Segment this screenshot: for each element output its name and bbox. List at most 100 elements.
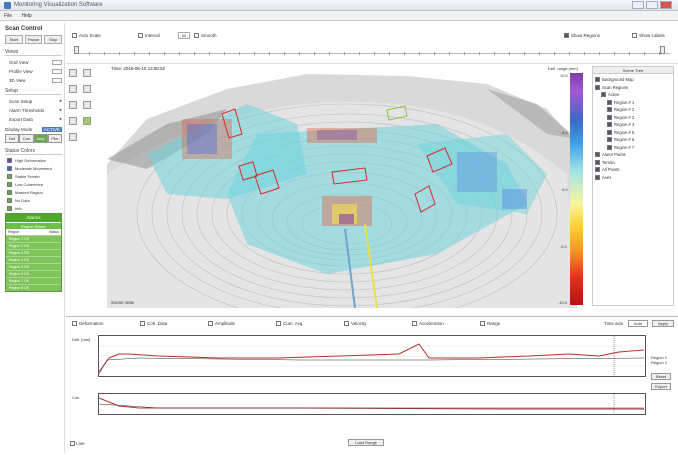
minimize-button[interactable]: [632, 1, 644, 9]
coherence-plot[interactable]: [98, 393, 646, 415]
checkbox-icon[interactable]: [607, 99, 612, 105]
series-checkbox[interactable]: Amplitude: [208, 321, 235, 326]
live-checkbox[interactable]: Live: [70, 441, 85, 447]
pan-icon[interactable]: [83, 69, 91, 77]
checkbox-icon[interactable]: [601, 92, 606, 98]
measure-icon[interactable]: [69, 101, 77, 109]
table-row[interactable]: Region 3 OK: [6, 249, 61, 256]
maximize-button[interactable]: [646, 1, 658, 9]
time-axis-select[interactable]: Auto: [628, 320, 648, 327]
slider-tick: [479, 52, 480, 55]
series-checkbox[interactable]: Deformation: [72, 321, 104, 326]
interval-input[interactable]: 60: [178, 32, 190, 39]
series-checkbox[interactable]: Coh. Data: [140, 321, 167, 326]
export-button[interactable]: Export: [651, 383, 671, 390]
view-item[interactable]: Profile View: [9, 68, 62, 74]
tree-node[interactable]: Alarm Points: [595, 151, 671, 159]
table-row[interactable]: Region 1 OK: [6, 235, 61, 242]
tree-node[interactable]: Region # 2: [595, 106, 671, 114]
checkbox-icon[interactable]: [607, 107, 612, 113]
checkbox-icon[interactable]: [595, 84, 600, 90]
pause-button[interactable]: Pause: [24, 35, 43, 44]
tree-node[interactable]: Region # 3: [595, 114, 671, 122]
mode-button[interactable]: Def: [5, 134, 20, 143]
show-labels-checkbox[interactable]: Show Labels: [632, 33, 665, 38]
view-item[interactable]: Grid View: [9, 59, 62, 65]
checkbox-icon[interactable]: [607, 129, 612, 135]
auto-scale-checkbox[interactable]: Auto Scale: [72, 33, 101, 38]
slider-tick: [374, 52, 375, 55]
checkbox-icon[interactable]: [595, 167, 600, 173]
reset-button[interactable]: Reset: [651, 373, 671, 380]
setup-item[interactable]: Scan Setup ▸: [9, 98, 62, 104]
tree-node[interactable]: Region # 7: [595, 144, 671, 152]
table-row[interactable]: Region 2 OK: [6, 242, 61, 249]
select-icon[interactable]: [83, 85, 91, 93]
checkbox-icon[interactable]: [607, 114, 612, 120]
series-checkbox[interactable]: Acceleration: [412, 321, 444, 326]
checkbox-icon[interactable]: [595, 174, 600, 180]
setup-item[interactable]: Alarm Thresholds ▸: [9, 107, 62, 113]
layer-icon[interactable]: [83, 101, 91, 109]
table-row[interactable]: Region 8 OK: [6, 284, 61, 291]
rotate-icon[interactable]: [69, 69, 77, 77]
slider-start-handle[interactable]: [74, 46, 79, 54]
camera-icon[interactable]: [69, 133, 77, 141]
table-row[interactable]: Region 4 OK: [6, 256, 61, 263]
color-scale-bar: [570, 73, 583, 305]
checkbox-icon[interactable]: [595, 159, 600, 165]
menu-help[interactable]: Help: [21, 13, 31, 19]
smooth-checkbox[interactable]: Smooth: [194, 33, 217, 38]
deformation-plot[interactable]: [98, 335, 646, 377]
mode-button[interactable]: Coh: [19, 134, 34, 143]
tree-node[interactable]: Region # 5: [595, 129, 671, 137]
slider-tick: [449, 52, 450, 55]
tree-node[interactable]: Scan Regions: [595, 84, 671, 92]
show-regions-checkbox[interactable]: Show Regions: [564, 33, 600, 38]
tree-node[interactable]: Axes: [595, 174, 671, 182]
table-row[interactable]: Region 7 OK: [6, 277, 61, 284]
mode-button[interactable]: Amp: [33, 134, 48, 143]
checkbox-icon[interactable]: [607, 122, 612, 128]
menu-file[interactable]: File: [4, 13, 12, 19]
time-axis-label: Time axis: [604, 321, 624, 326]
slider-tick: [659, 52, 660, 55]
highlight-icon[interactable]: [83, 117, 91, 125]
setup-item[interactable]: Export Data ▸: [9, 116, 62, 122]
interval-checkbox[interactable]: Interval: [138, 33, 160, 38]
slider-tick: [509, 52, 510, 55]
slider-end-handle[interactable]: [660, 46, 665, 54]
series-checkbox[interactable]: Velocity: [344, 321, 367, 326]
time-slider[interactable]: [74, 46, 670, 55]
slider-tick: [539, 52, 540, 55]
tree-node[interactable]: Region # 1: [595, 99, 671, 107]
tree-node[interactable]: Terrain: [595, 159, 671, 167]
stop-button[interactable]: Stop: [44, 35, 63, 44]
start-button[interactable]: Start: [5, 35, 23, 44]
tree-node[interactable]: Active: [595, 91, 671, 99]
checkbox-icon[interactable]: [595, 77, 600, 83]
tree-node[interactable]: Background Map: [595, 76, 671, 84]
reset-view-icon[interactable]: [69, 117, 77, 125]
series-checkbox[interactable]: Cum. Avg: [276, 321, 302, 326]
tree-node[interactable]: Region # 4: [595, 121, 671, 129]
load-range-button[interactable]: Load Range: [348, 439, 384, 446]
close-button[interactable]: [660, 1, 672, 9]
checkbox-icon[interactable]: [607, 137, 612, 143]
zoom-icon[interactable]: [69, 85, 77, 93]
series-checkbox[interactable]: Range: [480, 321, 500, 326]
table-row[interactable]: Region 5 OK: [6, 263, 61, 270]
checkbox-icon[interactable]: [607, 144, 612, 150]
mode-button[interactable]: Phs: [47, 134, 62, 143]
apply-button[interactable]: Apply: [652, 320, 674, 327]
arrow-right-icon: ▸: [59, 107, 62, 112]
tree-node[interactable]: All Points: [595, 166, 671, 174]
tree-node[interactable]: Region # 6: [595, 136, 671, 144]
chevron-icon: [52, 68, 62, 74]
table-row[interactable]: Region 6 OK: [6, 270, 61, 277]
view-item[interactable]: 3D View: [9, 77, 62, 83]
3d-viewport[interactable]: Time: 2015-06-10 13:50:52 Scene view: [107, 64, 589, 308]
slider-tick: [359, 52, 360, 55]
slider-tick: [224, 52, 225, 55]
checkbox-icon[interactable]: [595, 152, 600, 158]
